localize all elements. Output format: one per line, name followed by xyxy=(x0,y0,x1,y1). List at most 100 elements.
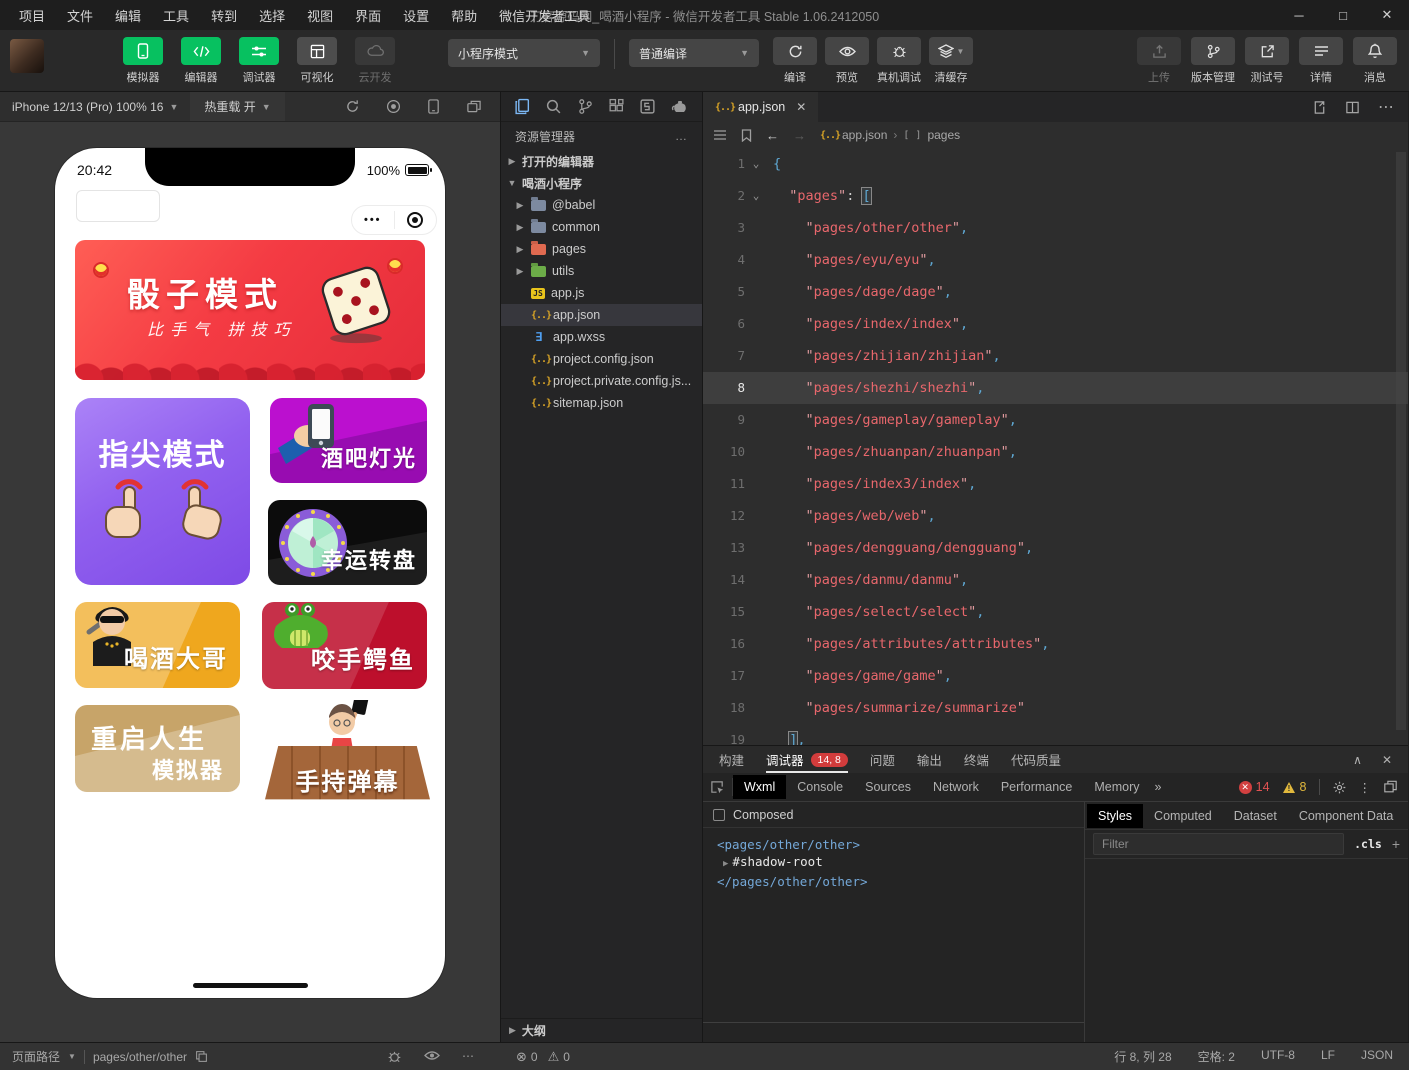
minimize-button[interactable]: ─ xyxy=(1277,0,1321,30)
file-tree-item-sitemap.json[interactable]: ▶{..}sitemap.json xyxy=(501,392,702,414)
card-drink-bigbro[interactable]: 喝酒大哥 xyxy=(75,602,240,688)
kebab-menu-icon[interactable]: ⋮ xyxy=(1359,780,1372,795)
record-icon[interactable] xyxy=(386,99,401,114)
warning-count[interactable]: !8 xyxy=(1282,780,1307,794)
bug-icon[interactable] xyxy=(877,37,921,65)
more-dots-icon[interactable]: ••• xyxy=(352,214,394,226)
card-restart-life[interactable]: 重启人生 模拟器 xyxy=(75,705,240,792)
bell-icon[interactable] xyxy=(1353,37,1397,65)
toolbar-button-测试号[interactable]: 测试号 xyxy=(1245,37,1289,85)
wxml-close-tag[interactable]: </pages/other/other> xyxy=(717,873,1084,890)
panel-tab-构建[interactable]: 构建 xyxy=(719,746,744,773)
branch-icon[interactable] xyxy=(1191,37,1235,65)
language-mode[interactable]: JSON xyxy=(1361,1048,1393,1065)
toolbar-button-预览[interactable]: 预览 xyxy=(825,37,869,85)
phone-screen[interactable]: 20:42 100% ••• xyxy=(55,148,445,998)
close-tab-icon[interactable]: ✕ xyxy=(796,100,806,114)
cls-toggle[interactable]: .cls xyxy=(1354,837,1382,851)
indent-setting[interactable]: 空格: 2 xyxy=(1198,1048,1235,1065)
error-count[interactable]: ✕14 xyxy=(1239,780,1270,794)
open-preview-icon[interactable] xyxy=(1312,100,1327,115)
shadow-root-node[interactable]: ▶#shadow-root xyxy=(717,853,1084,873)
teapot-icon[interactable] xyxy=(671,99,689,114)
code-line-18[interactable]: 18 "pages/summarize/summarize" xyxy=(703,692,1408,724)
file-tree-item-app.wxss[interactable]: ▶∃app.wxss xyxy=(501,326,702,348)
project-section[interactable]: ▼ 喝酒小程序 xyxy=(501,172,702,194)
maximize-button[interactable]: □ xyxy=(1321,0,1365,30)
file-tree-item-pages[interactable]: ▶pages xyxy=(501,238,702,260)
restart-icon[interactable] xyxy=(345,99,360,114)
devtools-tab-console[interactable]: Console xyxy=(786,775,854,799)
card-handheld-danmu[interactable]: 手持弹幕 xyxy=(265,700,430,822)
git-branch-icon[interactable] xyxy=(577,98,594,115)
panel-tab-调试器[interactable]: 调试器14, 8 xyxy=(766,746,848,773)
devtools-tab-wxml[interactable]: Wxml xyxy=(733,775,786,799)
file-tree-item-app.json[interactable]: ▶{..}app.json xyxy=(501,304,702,326)
toolbar-button-清缓存[interactable]: ▼清缓存 xyxy=(929,37,973,85)
breadcrumb[interactable]: {..} app.json › [ ] pages xyxy=(820,128,960,142)
toolbar-button-版本管理[interactable]: 版本管理 xyxy=(1191,37,1235,85)
phone-icon[interactable] xyxy=(123,37,163,65)
menu-项目[interactable]: 项目 xyxy=(10,3,54,28)
panel-tab-终端[interactable]: 终端 xyxy=(964,746,989,773)
more-icon[interactable]: ⋯ xyxy=(1378,97,1394,117)
avatar[interactable] xyxy=(10,39,44,73)
code-line-3[interactable]: 3 "pages/other/other", xyxy=(703,212,1408,244)
multi-window-icon[interactable] xyxy=(466,99,482,114)
toolbar-button-消息[interactable]: 消息 xyxy=(1353,37,1397,85)
code-line-14[interactable]: 14 "pages/danmu/danmu", xyxy=(703,564,1408,596)
code-line-12[interactable]: 12 "pages/web/web", xyxy=(703,500,1408,532)
eol[interactable]: LF xyxy=(1321,1048,1335,1065)
layout-icon[interactable] xyxy=(297,37,337,65)
file-tree-item-@babel[interactable]: ▶@babel xyxy=(501,194,702,216)
more-tabs-icon[interactable]: » xyxy=(1151,780,1166,794)
toolbar-button-调试器[interactable]: 调试器 xyxy=(236,37,282,85)
styles-tab-computed[interactable]: Computed xyxy=(1143,804,1223,828)
menu-文件[interactable]: 文件 xyxy=(58,3,102,28)
toolbar-button-可视化[interactable]: 可视化 xyxy=(294,37,340,85)
devtools-tab-network[interactable]: Network xyxy=(922,775,990,799)
dock-icon[interactable] xyxy=(1383,780,1398,794)
files-icon[interactable] xyxy=(514,98,531,115)
bookmark-icon[interactable] xyxy=(741,129,752,142)
outline-section[interactable]: ▶ 大纲 xyxy=(501,1018,702,1042)
code-line-13[interactable]: 13 "pages/dengguang/dengguang", xyxy=(703,532,1408,564)
lines-icon[interactable] xyxy=(1299,37,1343,65)
cursor-position[interactable]: 行 8, 列 28 xyxy=(1114,1048,1171,1065)
code-line-10[interactable]: 10 "pages/zhuanpan/zhuanpan", xyxy=(703,436,1408,468)
search-icon[interactable] xyxy=(545,98,562,115)
mode-dropdown[interactable]: 小程序模式 ▼ xyxy=(448,39,600,67)
code-line-6[interactable]: 6 "pages/index/index", xyxy=(703,308,1408,340)
code-line-1[interactable]: 1⌄{ xyxy=(703,148,1408,180)
devtools-tab-performance[interactable]: Performance xyxy=(990,775,1084,799)
card-lucky-wheel[interactable]: 幸运转盘 xyxy=(268,500,427,585)
more-icon[interactable]: ⋯ xyxy=(462,1049,474,1064)
file-tree-item-project.config.json[interactable]: ▶{..}project.config.json xyxy=(501,348,702,370)
close-button[interactable]: ✕ xyxy=(1365,0,1409,30)
toolbar-button-模拟器[interactable]: 模拟器 xyxy=(120,37,166,85)
card-bar-light[interactable]: 酒吧灯光 xyxy=(270,398,427,483)
menu-界面[interactable]: 界面 xyxy=(346,3,390,28)
panel-tab-问题[interactable]: 问题 xyxy=(870,746,895,773)
toolbar-button-编辑器[interactable]: 编辑器 xyxy=(178,37,224,85)
cloud-icon[interactable] xyxy=(355,37,395,65)
close-panel-icon[interactable]: ✕ xyxy=(1382,753,1392,767)
card-finger-mode[interactable]: 指尖模式 xyxy=(75,398,250,585)
code-icon[interactable] xyxy=(181,37,221,65)
code-line-11[interactable]: 11 "pages/index3/index", xyxy=(703,468,1408,500)
menu-设置[interactable]: 设置 xyxy=(394,3,438,28)
tab-app-json[interactable]: {..} app.json ✕ xyxy=(703,92,818,122)
fold-chevron-icon[interactable]: ⌄ xyxy=(745,180,767,212)
refresh-icon[interactable] xyxy=(773,37,817,65)
file-tree-item-utils[interactable]: ▶utils xyxy=(501,260,702,282)
card-crocodile[interactable]: 咬手鳄鱼 xyxy=(262,602,427,689)
snippets-icon[interactable] xyxy=(639,98,656,115)
menu-帮助[interactable]: 帮助 xyxy=(442,3,486,28)
debug-icon[interactable] xyxy=(387,1049,402,1064)
code-line-8[interactable]: 8 "pages/shezhi/shezhi", xyxy=(703,372,1408,404)
device-selector[interactable]: iPhone 12/13 (Pro) 100% 16 ▼ xyxy=(0,92,190,121)
fold-chevron-icon[interactable]: ⌄ xyxy=(745,148,767,180)
code-line-2[interactable]: 2⌄ "pages": [ xyxy=(703,180,1408,212)
hot-reload-toggle[interactable]: 热重载 开 ▼ xyxy=(190,92,284,121)
toolbar-button-云开发[interactable]: 云开发 xyxy=(352,37,398,85)
